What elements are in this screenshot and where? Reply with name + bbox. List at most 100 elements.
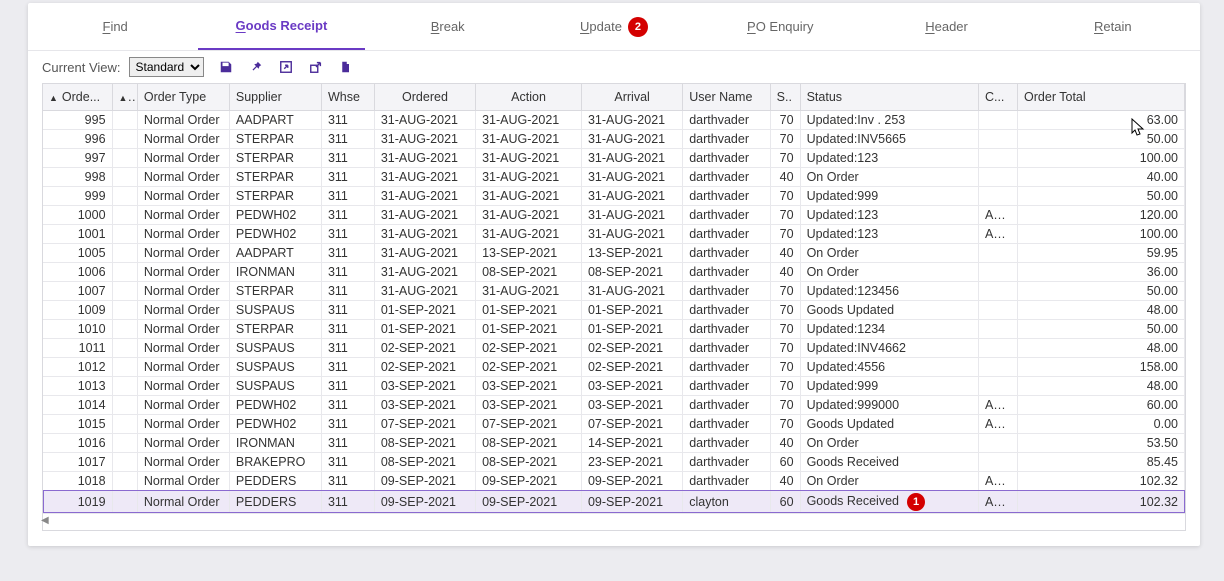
- col-supplier[interactable]: Supplier: [229, 84, 321, 110]
- col-status[interactable]: Status: [800, 84, 978, 110]
- cell-status: Updated:999: [800, 186, 978, 205]
- table-row[interactable]: 995Normal OrderAADPART31131-AUG-202131-A…: [43, 110, 1185, 129]
- cell-order: 1012: [43, 357, 112, 376]
- orders-grid[interactable]: Orde... Order Type Supplier Whse Ordered…: [43, 84, 1185, 514]
- col-arrival[interactable]: Arrival: [581, 84, 682, 110]
- cell-curr: [978, 357, 1017, 376]
- table-row[interactable]: 1001Normal OrderPEDWH0231131-AUG-202131-…: [43, 224, 1185, 243]
- col-ordered[interactable]: Ordered: [374, 84, 475, 110]
- table-row[interactable]: 999Normal OrderSTERPAR31131-AUG-202131-A…: [43, 186, 1185, 205]
- tab-find[interactable]: Find: [32, 3, 198, 50]
- cell-curr: [978, 243, 1017, 262]
- export-icon[interactable]: [308, 59, 324, 75]
- table-row[interactable]: 1010Normal OrderSTERPAR31101-SEP-202101-…: [43, 319, 1185, 338]
- cell-ordered: 31-AUG-2021: [374, 167, 475, 186]
- cell-order: 999: [43, 186, 112, 205]
- cell-total: 50.00: [1018, 129, 1185, 148]
- col-sort2[interactable]: [112, 84, 137, 110]
- table-row[interactable]: 1007Normal OrderSTERPAR31131-AUG-202131-…: [43, 281, 1185, 300]
- cell-arrival: 31-AUG-2021: [581, 205, 682, 224]
- current-view-select[interactable]: Standard: [129, 57, 204, 77]
- table-row[interactable]: 1017Normal OrderBRAKEPRO31108-SEP-202108…: [43, 452, 1185, 471]
- cell-whse: 311: [321, 262, 374, 281]
- cell-status: On Order: [800, 262, 978, 281]
- table-row[interactable]: 1009Normal OrderSUSPAUS31101-SEP-202101-…: [43, 300, 1185, 319]
- cell-sort2: [112, 281, 137, 300]
- tab-update[interactable]: Update 2: [531, 3, 697, 50]
- table-row[interactable]: 1018Normal OrderPEDDERS31109-SEP-202109-…: [43, 471, 1185, 490]
- save-icon[interactable]: [218, 59, 234, 75]
- cell-whse: 311: [321, 319, 374, 338]
- tab-break[interactable]: Break: [365, 3, 531, 50]
- cell-sort2: [112, 129, 137, 148]
- cell-curr: AUD: [978, 490, 1017, 513]
- cell-user: darthvader: [683, 186, 770, 205]
- table-row[interactable]: 998Normal OrderSTERPAR31131-AUG-202131-A…: [43, 167, 1185, 186]
- table-row[interactable]: 1005Normal OrderAADPART31131-AUG-202113-…: [43, 243, 1185, 262]
- tab-po-enquiry[interactable]: PO Enquiry: [697, 3, 863, 50]
- table-row[interactable]: 1015Normal OrderPEDWH0231107-SEP-202107-…: [43, 414, 1185, 433]
- cell-curr: [978, 167, 1017, 186]
- orders-grid-wrap: Orde... Order Type Supplier Whse Ordered…: [42, 83, 1186, 531]
- grid-header-row[interactable]: Orde... Order Type Supplier Whse Ordered…: [43, 84, 1185, 110]
- table-row[interactable]: 1013Normal OrderSUSPAUS31103-SEP-202103-…: [43, 376, 1185, 395]
- cell-user: darthvader: [683, 205, 770, 224]
- cell-curr: AUD: [978, 471, 1017, 490]
- tab-goods-accel: G: [236, 18, 246, 33]
- col-type[interactable]: Order Type: [137, 84, 229, 110]
- col-order[interactable]: Orde...: [43, 84, 112, 110]
- cell-curr: [978, 452, 1017, 471]
- cell-sort2: [112, 357, 137, 376]
- table-row[interactable]: 1014Normal OrderPEDWH0231103-SEP-202103-…: [43, 395, 1185, 414]
- col-user[interactable]: User Name: [683, 84, 770, 110]
- table-row[interactable]: 996Normal OrderSTERPAR31131-AUG-202131-A…: [43, 129, 1185, 148]
- cell-whse: 311: [321, 110, 374, 129]
- table-row[interactable]: 1012Normal OrderSUSPAUS31102-SEP-202102-…: [43, 357, 1185, 376]
- col-curr[interactable]: C...: [978, 84, 1017, 110]
- new-window-icon[interactable]: [278, 59, 294, 75]
- cell-action: 31-AUG-2021: [476, 224, 582, 243]
- cell-whse: 311: [321, 167, 374, 186]
- tab-goods-receipt[interactable]: Goods Receipt: [198, 3, 364, 50]
- cell-whse: 311: [321, 414, 374, 433]
- toolbar: Current View: Standard: [28, 51, 1200, 81]
- cell-s: 70: [770, 338, 800, 357]
- cell-sort2: [112, 205, 137, 224]
- cell-order: 1001: [43, 224, 112, 243]
- cell-total: 50.00: [1018, 281, 1185, 300]
- cell-status: Updated:INV5665: [800, 129, 978, 148]
- cell-user: darthvader: [683, 167, 770, 186]
- cell-order: 1011: [43, 338, 112, 357]
- col-total[interactable]: Order Total: [1018, 84, 1185, 110]
- col-whse[interactable]: Whse: [321, 84, 374, 110]
- cell-total: 85.45: [1018, 452, 1185, 471]
- cell-ordered: 31-AUG-2021: [374, 148, 475, 167]
- scroll-left-icon[interactable]: ◀: [41, 515, 49, 526]
- cell-sort2: [112, 224, 137, 243]
- cell-supplier: IRONMAN: [229, 433, 321, 452]
- cell-type: Normal Order: [137, 471, 229, 490]
- col-s[interactable]: S..: [770, 84, 800, 110]
- table-row[interactable]: 1011Normal OrderSUSPAUS31102-SEP-202102-…: [43, 338, 1185, 357]
- cell-status: Updated:999000: [800, 395, 978, 414]
- document-icon[interactable]: [338, 59, 354, 75]
- col-action[interactable]: Action: [476, 84, 582, 110]
- table-row[interactable]: 1000Normal OrderPEDWH0231131-AUG-202131-…: [43, 205, 1185, 224]
- cell-s: 70: [770, 224, 800, 243]
- cell-status: Goods Updated: [800, 300, 978, 319]
- table-row[interactable]: 1006Normal OrderIRONMAN31131-AUG-202108-…: [43, 262, 1185, 281]
- cell-ordered: 31-AUG-2021: [374, 186, 475, 205]
- tab-retain[interactable]: Retain: [1030, 3, 1196, 50]
- tab-header[interactable]: Header: [863, 3, 1029, 50]
- tab-retain-accel: R: [1094, 19, 1103, 34]
- cell-action: 03-SEP-2021: [476, 395, 582, 414]
- cell-order: 1014: [43, 395, 112, 414]
- table-row[interactable]: 997Normal OrderSTERPAR31131-AUG-202131-A…: [43, 148, 1185, 167]
- table-row[interactable]: 1019Normal OrderPEDDERS31109-SEP-202109-…: [43, 490, 1185, 513]
- pin-icon[interactable]: [248, 59, 264, 75]
- cell-status: Goods Received1: [800, 490, 978, 513]
- cell-arrival: 02-SEP-2021: [581, 357, 682, 376]
- table-row[interactable]: 1016Normal OrderIRONMAN31108-SEP-202108-…: [43, 433, 1185, 452]
- cell-sort2: [112, 433, 137, 452]
- cell-ordered: 02-SEP-2021: [374, 338, 475, 357]
